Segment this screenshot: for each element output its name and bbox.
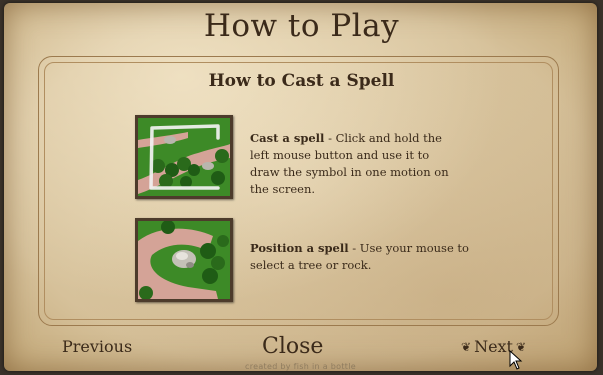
cast-spell-illustration (138, 118, 230, 196)
next-label: Next (474, 337, 513, 356)
position-spell-term: Position a spell (250, 241, 349, 255)
section-heading: How to Cast a Spell (208, 71, 395, 91)
close-button[interactable]: Close (262, 334, 323, 359)
cast-spell-instruction: Cast a spell - Click and hold the left m… (250, 130, 462, 198)
game-screen: How to Play How to Cast a Spell Cast a s… (0, 0, 603, 375)
position-spell-instruction: Position a spell - Use your mouse to sel… (250, 240, 470, 274)
flourish-left-icon: ❦ (461, 339, 472, 354)
credit-text: created by fish in a bottle (245, 362, 356, 371)
previous-button[interactable]: Previous (62, 337, 132, 356)
cast-spell-term: Cast a spell (250, 131, 325, 145)
position-spell-thumbnail (135, 218, 233, 302)
cast-spell-thumbnail (135, 115, 233, 199)
dialog-title: How to Play (203, 8, 400, 44)
position-spell-illustration (138, 221, 230, 299)
mouse-cursor-icon (509, 349, 523, 375)
